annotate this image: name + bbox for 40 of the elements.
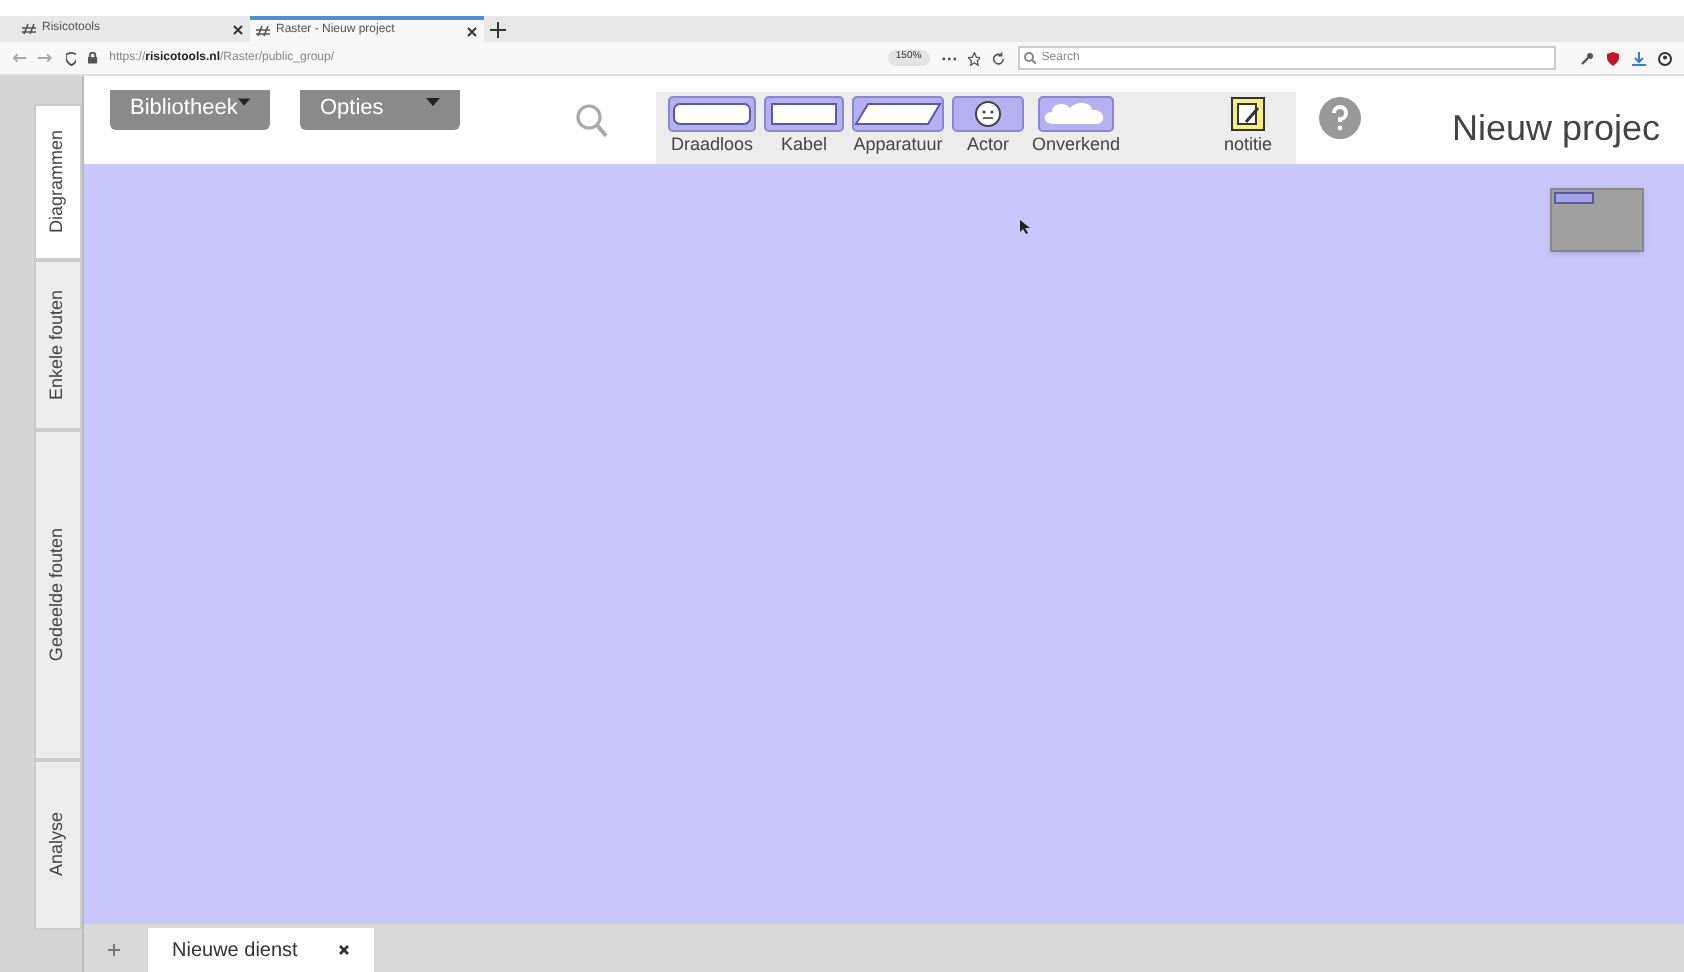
page-icon	[22, 22, 36, 36]
note-button[interactable]: notitie	[1223, 96, 1272, 154]
parallelogram-shape-icon	[852, 96, 944, 132]
more-icon[interactable]	[941, 55, 956, 61]
close-icon[interactable]	[338, 944, 350, 956]
wrench-icon[interactable]	[1579, 51, 1594, 65]
minimap[interactable]	[1550, 188, 1644, 252]
reload-icon[interactable]	[992, 51, 1006, 65]
new-tab-icon[interactable]	[490, 22, 506, 38]
mouse-cursor-icon	[1020, 220, 1030, 234]
side-tab[interactable]: Enkele fouten	[34, 260, 82, 430]
rect-shape-icon	[764, 96, 844, 132]
search-icon	[1023, 52, 1036, 64]
close-icon[interactable]	[466, 25, 478, 37]
add-tab-icon[interactable]	[108, 944, 120, 956]
shape-button[interactable]: Kabel	[764, 96, 844, 154]
project-title: Nieuw projec	[1452, 106, 1661, 152]
close-icon[interactable]	[232, 23, 244, 35]
side-tab[interactable]: Gedeelde fouten	[34, 430, 82, 760]
side-tab[interactable]: Analyse	[34, 760, 82, 930]
rounded-shape-icon	[668, 96, 756, 132]
cloud-shape-icon	[1038, 96, 1115, 132]
shield-icon[interactable]	[65, 51, 77, 65]
help-icon[interactable]	[1318, 96, 1362, 140]
download-icon[interactable]	[1631, 51, 1646, 65]
lock-icon	[88, 52, 98, 64]
diagram-tab[interactable]: Nieuwe dienst	[148, 928, 374, 972]
page-icon	[256, 24, 270, 38]
shape-button[interactable]: Onverkend	[1032, 96, 1121, 154]
note-icon	[1229, 96, 1266, 132]
side-tab[interactable]: Diagrammen	[34, 104, 82, 260]
shape-button[interactable]: Actor	[952, 96, 1024, 154]
bookmark-star-icon[interactable]	[968, 51, 981, 65]
smiley-shape-icon	[952, 96, 1024, 132]
shape-button[interactable]: Apparatuur	[852, 96, 944, 154]
shield-icon[interactable]	[1605, 51, 1620, 65]
shape-button[interactable]: Draadloos	[668, 96, 756, 154]
caret-icon	[237, 98, 250, 106]
caret-icon	[426, 98, 440, 106]
account-icon[interactable]	[1657, 51, 1672, 65]
